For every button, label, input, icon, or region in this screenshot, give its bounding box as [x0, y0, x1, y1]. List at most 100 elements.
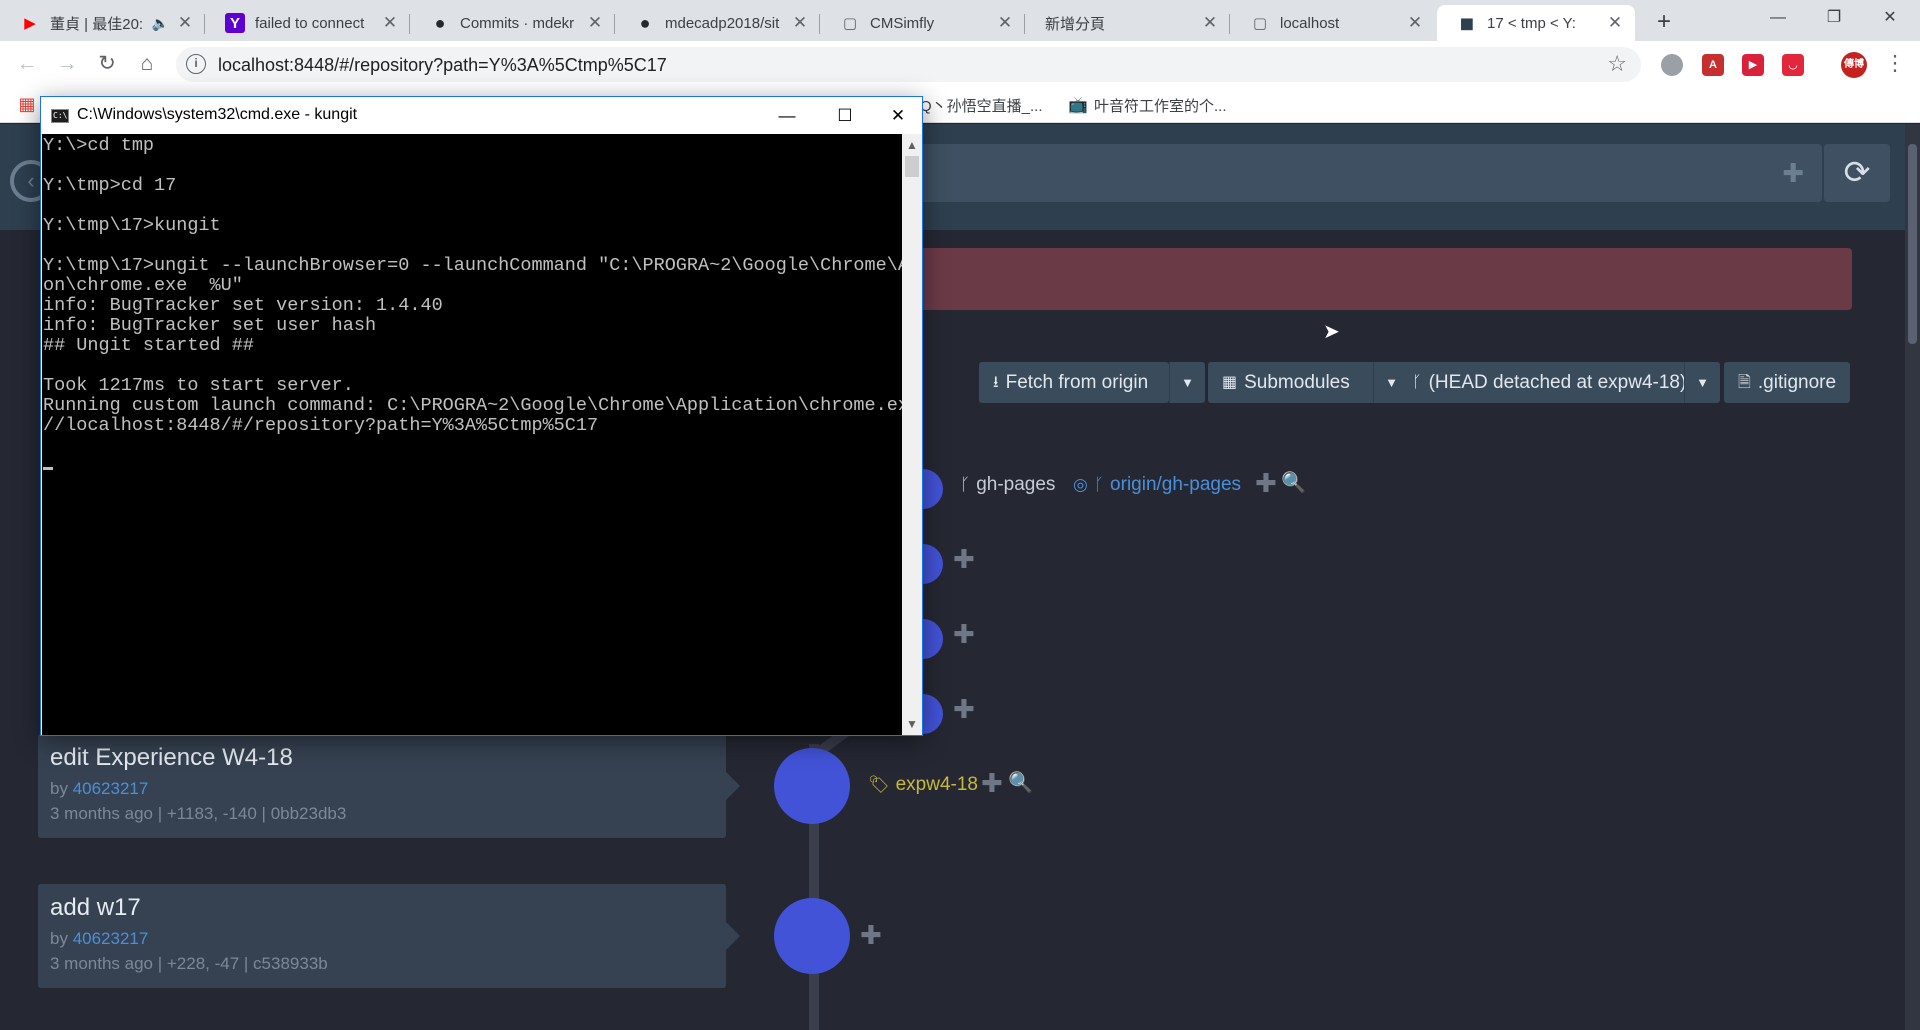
browser-tab[interactable]: Y failed to connect ✕ [205, 5, 410, 41]
info-icon[interactable]: i [186, 54, 206, 74]
commit-node[interactable] [774, 748, 850, 824]
fetch-label: Fetch from origin [1005, 372, 1149, 393]
tab-title: mdecadp2018/sit [665, 14, 780, 32]
plus-icon[interactable]: ✚ [860, 920, 882, 951]
tab-title: 17 < tmp < Y: [1487, 14, 1576, 32]
pdf-extension-icon[interactable]: A [1702, 54, 1724, 76]
avatar[interactable]: 傳博 [1841, 52, 1867, 78]
address-text[interactable]: localhost:8448/#/repository?path=Y%3A%5C… [218, 55, 667, 76]
commit-card[interactable]: add w17 by 40623217 3 months ago | +228,… [38, 884, 740, 988]
menu-icon[interactable]: ⋮ [1880, 49, 1910, 79]
video-extension-icon[interactable]: ▶ [1742, 54, 1764, 76]
browser-tab[interactable]: ▢ CMSimfly ✕ [820, 5, 1025, 41]
browser-toolbar: ← → ↻ ⌂ i localhost:8448/#/repository?pa… [0, 41, 1920, 88]
scrollbar-thumb[interactable] [905, 156, 919, 177]
plus-icon[interactable]: ✚ [1782, 158, 1804, 189]
page-icon: ▢ [1252, 15, 1268, 32]
cmd-title: C:\Windows\system32\cmd.exe - kungit [77, 106, 358, 123]
author-link[interactable]: 40623217 [73, 779, 149, 798]
tab-title: 董貞 | 最佳20: [50, 15, 144, 33]
close-icon[interactable]: ✕ [585, 13, 605, 33]
address-bar[interactable]: i localhost:8448/#/repository?path=Y%3A%… [176, 47, 1641, 82]
close-window-button[interactable]: ✕ [1862, 0, 1918, 36]
home-icon[interactable]: ⌂ [132, 49, 162, 79]
console-scrollbar[interactable]: ▲ ▼ [902, 134, 922, 735]
close-icon[interactable]: ✕ [995, 13, 1015, 33]
close-icon[interactable]: ✕ [380, 13, 400, 33]
branch-button[interactable]: ᚴ (HEAD detached at expw4-18) [1398, 362, 1687, 403]
browser-tab[interactable]: ▢ localhost ✕ [1230, 5, 1435, 41]
refresh-button[interactable]: ⟳ [1824, 144, 1890, 202]
tag-icon: 🏷 [868, 775, 890, 794]
plus-icon[interactable]: ✚ [953, 694, 975, 725]
search-icon[interactable]: 🔍 [1281, 470, 1306, 495]
cmd-titlebar[interactable]: C:\ C:\Windows\system32\cmd.exe - kungit… [41, 97, 922, 134]
chevron-down-icon[interactable]: ▼ [906, 717, 918, 731]
cmd-window[interactable]: C:\ C:\Windows\system32\cmd.exe - kungit… [40, 96, 923, 736]
console-line: ## Ungit started ## [43, 335, 254, 356]
gitignore-button[interactable]: 🗎 .gitignore [1724, 362, 1850, 403]
minimize-button[interactable]: — [758, 97, 816, 134]
branch-icon: ᚴ [1093, 475, 1105, 494]
fetch-dropdown-button[interactable]: ▼ [1169, 362, 1205, 403]
console-line: Y:\tmp\17>kungit [43, 215, 221, 236]
plus-icon[interactable]: ✚ [1255, 468, 1277, 499]
browser-tab[interactable]: 新增分頁 ✕ [1025, 5, 1230, 41]
tag-ref[interactable]: 🏷 expw4-18 [868, 774, 978, 796]
browser-tab[interactable]: ● mdecadp2018/sit ✕ [615, 5, 820, 41]
branch-icon: ᚴ [960, 475, 971, 494]
plus-icon[interactable]: ✚ [981, 768, 1003, 799]
speaker-icon[interactable]: 🔈 [152, 15, 169, 32]
console-line: Y:\tmp\17>ungit --launchBrowser=0 --laun… [43, 255, 902, 276]
search-icon[interactable]: 🔍 [1008, 770, 1033, 795]
star-icon[interactable]: ☆ [1607, 51, 1627, 77]
bookmark-item[interactable]: Q丶孙悟空直播_... [920, 95, 1043, 116]
commit-title: edit Experience W4-18 [50, 744, 293, 771]
close-icon[interactable]: ✕ [175, 13, 195, 33]
reload-icon[interactable]: ↻ [92, 49, 122, 79]
forward-arrow-icon[interactable]: → [52, 49, 82, 79]
close-icon[interactable]: ✕ [1605, 13, 1625, 33]
branch-dropdown-button[interactable]: ▼ [1684, 362, 1720, 403]
close-icon[interactable]: ✕ [1405, 13, 1425, 33]
bookmark-label: Q丶孙悟空直播_... [920, 98, 1043, 115]
commit-card[interactable]: edit Experience W4-18 by 40623217 3 mont… [38, 734, 740, 838]
new-tab-button[interactable]: + [1650, 9, 1678, 37]
restore-button[interactable]: ❐ [1806, 0, 1862, 36]
back-arrow-icon[interactable]: ← [12, 49, 42, 79]
console-line: Y:\tmp>cd 17 [43, 175, 177, 196]
plus-icon[interactable]: ✚ [953, 619, 975, 650]
submodules-button[interactable]: ▦ Submodules [1208, 362, 1390, 403]
github-icon: ● [639, 12, 651, 33]
plus-icon[interactable]: ✚ [953, 544, 975, 575]
page-scrollbar[interactable] [1905, 124, 1920, 1030]
close-icon[interactable]: ✕ [1200, 13, 1220, 33]
close-icon[interactable]: ✕ [790, 13, 810, 33]
cmd-icon[interactable]: C:\ [51, 109, 69, 123]
branch-label: (HEAD detached at expw4-18) [1428, 372, 1687, 393]
remote-branch-ref[interactable]: ◎ ᚴ origin/gh-pages [1073, 474, 1241, 496]
tag-name: expw4-18 [895, 774, 978, 795]
chevron-up-icon[interactable]: ▲ [906, 138, 918, 152]
download-icon: ⭳ [993, 374, 999, 391]
bookmark-item[interactable]: 📺 叶音符工作室的个... [1068, 95, 1227, 116]
fetch-button[interactable]: ⭳ Fetch from origin [979, 362, 1169, 403]
minimize-button[interactable]: — [1750, 0, 1806, 36]
browser-tab[interactable]: ● Commits · mdekr ✕ [410, 5, 615, 41]
maximize-button[interactable]: ☐ [816, 97, 874, 134]
commit-title: add w17 [50, 894, 141, 921]
pocket-extension-icon[interactable]: ◡ [1782, 54, 1804, 76]
author-link[interactable]: 40623217 [73, 929, 149, 948]
branch-name: gh-pages [976, 474, 1056, 495]
browser-tab[interactable]: ▶ 董貞 | 最佳20: 🔈 ✕ [0, 5, 205, 41]
text-cursor [43, 467, 53, 470]
commit-node[interactable] [774, 898, 850, 974]
console-output[interactable]: Y:\>cd tmp Y:\tmp>cd 17 Y:\tmp\17>kungit… [42, 134, 902, 735]
file-icon: 🗎 [1738, 374, 1751, 391]
scrollbar-thumb[interactable] [1908, 144, 1917, 344]
close-button[interactable]: ✕ [874, 97, 922, 134]
extension-icon[interactable] [1661, 54, 1683, 76]
browser-tab-active[interactable]: ◼ 17 < tmp < Y: ✕ [1437, 5, 1635, 41]
branch-ref[interactable]: ᚴ gh-pages [960, 474, 1055, 496]
